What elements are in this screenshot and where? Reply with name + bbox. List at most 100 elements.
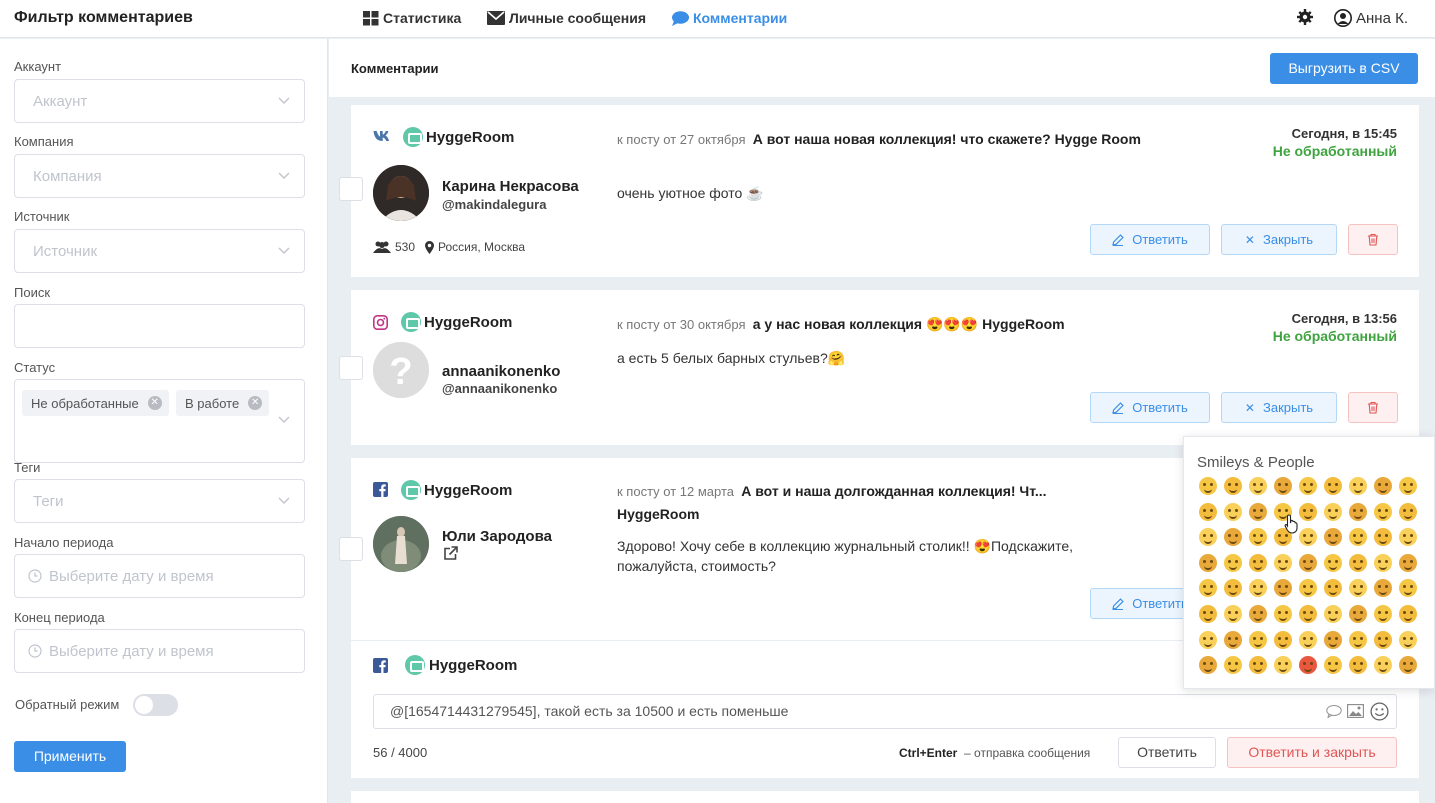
emoji-item[interactable] <box>1299 604 1317 623</box>
emoji-item[interactable] <box>1349 502 1367 521</box>
emoji-item[interactable] <box>1374 656 1392 675</box>
emoji-item[interactable] <box>1374 477 1392 495</box>
emoji-item[interactable] <box>1224 553 1242 572</box>
account-select[interactable]: Аккаунт <box>14 79 305 123</box>
emoji-item[interactable] <box>1249 502 1267 521</box>
post-reference[interactable]: к посту от 12 марта А вот и наша долгожд… <box>617 480 1117 526</box>
emoji-item[interactable] <box>1399 579 1417 598</box>
emoji-item[interactable] <box>1299 502 1317 521</box>
emoji-item[interactable] <box>1224 604 1242 623</box>
emoji-item[interactable] <box>1374 553 1392 572</box>
emoji-item[interactable] <box>1299 656 1317 675</box>
emoji-item[interactable] <box>1274 630 1292 649</box>
send-and-close-button[interactable]: Ответить и закрыть <box>1227 737 1397 768</box>
tag-remove-icon[interactable]: ✕ <box>147 396 162 410</box>
emoji-item[interactable] <box>1199 656 1217 675</box>
post-reference[interactable]: к посту от 27 октября А вот наша новая к… <box>617 128 1177 151</box>
emoji-item[interactable] <box>1349 630 1367 649</box>
emoji-item[interactable] <box>1299 553 1317 572</box>
source-select[interactable]: Источник <box>14 229 305 273</box>
emoji-item[interactable] <box>1249 604 1267 623</box>
emoji-item[interactable] <box>1224 528 1242 547</box>
emoji-item[interactable] <box>1274 579 1292 598</box>
emoji-item[interactable] <box>1224 477 1242 495</box>
delete-button[interactable] <box>1348 392 1398 423</box>
reply-button[interactable]: Ответить <box>1090 392 1210 423</box>
emoji-item[interactable] <box>1249 656 1267 675</box>
close-button[interactable]: ✕ Закрыть <box>1221 224 1337 255</box>
nav-messages[interactable]: Личные сообщения <box>487 10 646 26</box>
emoji-item[interactable] <box>1324 477 1342 495</box>
user-menu[interactable]: Анна К. <box>1334 9 1408 27</box>
emoji-item[interactable] <box>1399 528 1417 547</box>
period-end-picker[interactable]: Выберите дату и время <box>14 629 305 673</box>
reply-textarea[interactable]: @[1654714431279545], такой есть за 10500… <box>373 694 1397 729</box>
emoji-item[interactable] <box>1224 579 1242 598</box>
emoji-smiley-icon[interactable] <box>1370 702 1389 721</box>
emoji-item[interactable] <box>1274 553 1292 572</box>
emoji-item[interactable] <box>1349 553 1367 572</box>
emoji-item[interactable] <box>1199 604 1217 623</box>
settings-gear-icon[interactable] <box>1297 9 1313 28</box>
close-button[interactable]: ✕ Закрыть <box>1221 392 1337 423</box>
emoji-item[interactable] <box>1249 477 1267 495</box>
emoji-item[interactable] <box>1299 630 1317 649</box>
select-checkbox[interactable] <box>339 537 363 561</box>
emoji-item[interactable] <box>1374 579 1392 598</box>
nav-statistics[interactable]: Статистика <box>363 10 461 26</box>
select-checkbox[interactable] <box>339 177 363 201</box>
emoji-item[interactable] <box>1324 630 1342 649</box>
emoji-item[interactable] <box>1274 477 1292 495</box>
reverse-mode-toggle[interactable] <box>133 694 178 716</box>
emoji-item[interactable] <box>1374 630 1392 649</box>
image-icon[interactable] <box>1347 704 1364 718</box>
emoji-item[interactable] <box>1274 604 1292 623</box>
emoji-item[interactable] <box>1224 502 1242 521</box>
author-name[interactable]: Карина Некрасова <box>442 178 579 195</box>
emoji-item[interactable] <box>1349 604 1367 623</box>
emoji-item[interactable] <box>1324 502 1342 521</box>
emoji-item[interactable] <box>1199 502 1217 521</box>
emoji-item[interactable] <box>1199 477 1217 495</box>
emoji-item[interactable] <box>1199 553 1217 572</box>
emoji-item[interactable] <box>1399 553 1417 572</box>
emoji-item[interactable] <box>1299 477 1317 495</box>
emoji-item[interactable] <box>1224 630 1242 649</box>
emoji-item[interactable] <box>1299 579 1317 598</box>
quote-bubble-icon[interactable] <box>1326 705 1342 718</box>
tag-remove-icon[interactable]: ✕ <box>248 396 263 410</box>
emoji-item[interactable] <box>1349 477 1367 495</box>
export-csv-button[interactable]: Выгрузить в CSV <box>1270 53 1418 84</box>
emoji-item[interactable] <box>1199 630 1217 649</box>
post-reference[interactable]: к посту от 30 октября а у нас новая колл… <box>617 313 1177 336</box>
emoji-item[interactable] <box>1324 656 1342 675</box>
company-select[interactable]: Компания <box>14 154 305 198</box>
author-name[interactable]: Юли Зародова <box>442 528 552 545</box>
search-input[interactable] <box>14 304 305 348</box>
tags-select[interactable]: Теги <box>14 479 305 523</box>
emoji-item[interactable] <box>1324 579 1342 598</box>
emoji-item[interactable] <box>1274 656 1292 675</box>
period-start-picker[interactable]: Выберите дату и время <box>14 554 305 598</box>
emoji-item[interactable] <box>1349 656 1367 675</box>
emoji-item[interactable] <box>1224 656 1242 675</box>
status-multiselect[interactable]: Не обработанные ✕ В работе ✕ <box>14 379 305 463</box>
external-link-icon[interactable] <box>443 546 458 561</box>
emoji-item[interactable] <box>1399 502 1417 521</box>
emoji-item[interactable] <box>1249 630 1267 649</box>
emoji-item[interactable] <box>1324 604 1342 623</box>
emoji-item[interactable] <box>1374 502 1392 521</box>
emoji-item[interactable] <box>1374 528 1392 547</box>
emoji-item[interactable] <box>1349 528 1367 547</box>
emoji-item[interactable] <box>1249 553 1267 572</box>
emoji-item[interactable] <box>1299 528 1317 547</box>
reply-button[interactable]: Ответить <box>1090 224 1210 255</box>
emoji-item[interactable] <box>1324 528 1342 547</box>
emoji-item[interactable] <box>1374 604 1392 623</box>
emoji-item[interactable] <box>1349 579 1367 598</box>
emoji-item[interactable] <box>1249 579 1267 598</box>
emoji-item[interactable] <box>1324 553 1342 572</box>
emoji-item[interactable] <box>1399 630 1417 649</box>
emoji-item[interactable] <box>1199 528 1217 547</box>
emoji-item[interactable] <box>1199 579 1217 598</box>
